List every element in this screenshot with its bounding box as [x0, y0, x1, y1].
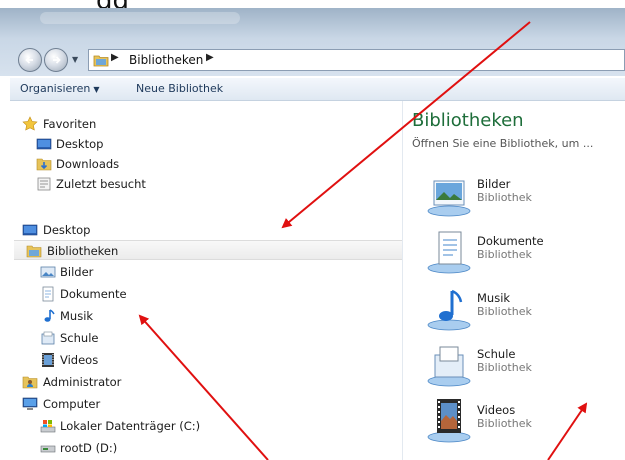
library-name: Videos: [477, 403, 516, 417]
nav-drive-d[interactable]: rootD (D:): [10, 438, 402, 458]
recent-pages-dropdown-icon[interactable]: ▼: [72, 55, 78, 64]
nav-favorites-downloads[interactable]: Downloads: [10, 154, 402, 174]
music-icon: [44, 309, 55, 322]
breadcrumb-chevron-icon[interactable]: ▶: [206, 52, 214, 63]
nav-label: Favoriten: [43, 117, 97, 131]
nav-label: Downloads: [56, 157, 120, 171]
user-folder-icon: [22, 376, 38, 389]
chevron-down-icon: ▼: [93, 85, 100, 94]
nav-label: Lokaler Datenträger (C:): [60, 419, 201, 433]
library-item-musik[interactable]: Musik Bibliothek: [425, 285, 625, 335]
libraries-folder-icon: [26, 245, 42, 258]
documents-library-icon: [427, 231, 471, 274]
pictures-library-icon: [427, 180, 471, 217]
library-type: Bibliothek: [477, 191, 532, 204]
library-item-bilder[interactable]: Bilder Bibliothek: [425, 171, 625, 221]
content-pane: Bibliotheken Öffnen Sie eine Bibliothek,…: [403, 101, 625, 460]
downloads-folder-icon: [36, 158, 52, 171]
library-name: Bilder: [477, 177, 511, 191]
new-library-button[interactable]: Neue Bibliothek: [136, 82, 223, 95]
address-bar[interactable]: ▶ Bibliotheken ▶: [88, 49, 625, 71]
nav-library-musik[interactable]: Musik: [10, 306, 402, 326]
breadcrumb-bibliotheken[interactable]: Bibliotheken: [129, 53, 203, 67]
navigation-pane: Favoriten Desktop Downloads Zuletzt besu…: [10, 101, 403, 460]
library-name: Musik: [477, 291, 511, 305]
nav-libraries[interactable]: Bibliotheken: [14, 240, 402, 260]
recent-places-icon: [37, 177, 51, 191]
blurred-background: [40, 12, 240, 24]
local-disk-icon: [40, 420, 56, 433]
star-icon: [22, 116, 38, 131]
network-drive-icon: [40, 445, 56, 453]
page-subtitle: Öffnen Sie eine Bibliothek, um ...: [412, 137, 594, 150]
forward-arrow-icon: [53, 56, 61, 64]
nav-library-dokumente[interactable]: Dokumente: [10, 284, 402, 304]
library-item-dokumente[interactable]: Dokumente Bibliothek: [425, 228, 625, 278]
nav-label: Videos: [60, 353, 99, 367]
library-name: Schule: [477, 347, 516, 361]
library-type: Bibliothek: [477, 361, 532, 374]
breadcrumb-separator-icon[interactable]: ▶: [111, 52, 119, 63]
library-type: Bibliothek: [477, 417, 532, 430]
nav-library-schule[interactable]: Schule: [10, 328, 402, 348]
title-bar: ▼ ▶ Bibliotheken ▶: [0, 8, 625, 76]
nav-label: Computer: [43, 397, 101, 411]
pictures-icon: [40, 266, 56, 278]
library-item-videos[interactable]: Videos Bibliothek: [425, 397, 625, 447]
nav-administrator[interactable]: Administrator: [10, 372, 402, 392]
documents-icon: [42, 286, 54, 302]
nav-label: Administrator: [43, 375, 122, 389]
nav-label: Bibliotheken: [47, 244, 119, 258]
desktop-icon: [36, 138, 52, 150]
library-icon: [41, 331, 55, 345]
nav-label: Musik: [60, 309, 94, 323]
nav-favorites-recent[interactable]: Zuletzt besucht: [10, 174, 402, 194]
library-icon: [427, 346, 471, 387]
computer-icon: [22, 397, 38, 410]
library-item-schule[interactable]: Schule Bibliothek: [425, 341, 625, 391]
nav-label: rootD (D:): [60, 441, 118, 455]
music-library-icon: [427, 289, 471, 331]
videos-icon: [42, 353, 54, 367]
organize-menu-button[interactable]: Organisieren ▼: [20, 82, 99, 95]
back-button[interactable]: [18, 48, 42, 72]
nav-favorites[interactable]: Favoriten: [10, 114, 402, 134]
nav-label: Schule: [60, 331, 99, 345]
nav-label: Desktop: [56, 137, 104, 151]
command-toolbar: Organisieren ▼ Neue Bibliothek: [10, 78, 625, 101]
nav-label: Dokumente: [60, 287, 127, 301]
library-type: Bibliothek: [477, 248, 532, 261]
videos-library-icon: [427, 399, 471, 443]
nav-computer[interactable]: Computer: [10, 394, 402, 414]
organize-label: Organisieren: [20, 82, 91, 95]
nav-label: Bilder: [60, 265, 94, 279]
desktop-icon: [22, 224, 38, 236]
back-arrow-icon: [25, 56, 33, 64]
nav-library-bilder[interactable]: Bilder: [10, 262, 402, 282]
navigation-bar: ▼ ▶ Bibliotheken ▶: [0, 46, 625, 74]
nav-favorites-desktop[interactable]: Desktop: [10, 134, 402, 154]
nav-label: Zuletzt besucht: [56, 177, 146, 191]
nav-desktop[interactable]: Desktop: [10, 220, 402, 240]
nav-drive-c[interactable]: Lokaler Datenträger (C:): [10, 416, 402, 436]
library-name: Dokumente: [477, 234, 544, 248]
nav-library-videos[interactable]: Videos: [10, 350, 402, 370]
nav-label: Desktop: [43, 223, 91, 237]
libraries-folder-icon: [93, 55, 109, 67]
forward-button[interactable]: [44, 48, 68, 72]
library-type: Bibliothek: [477, 305, 532, 318]
page-title: Bibliotheken: [412, 110, 524, 131]
